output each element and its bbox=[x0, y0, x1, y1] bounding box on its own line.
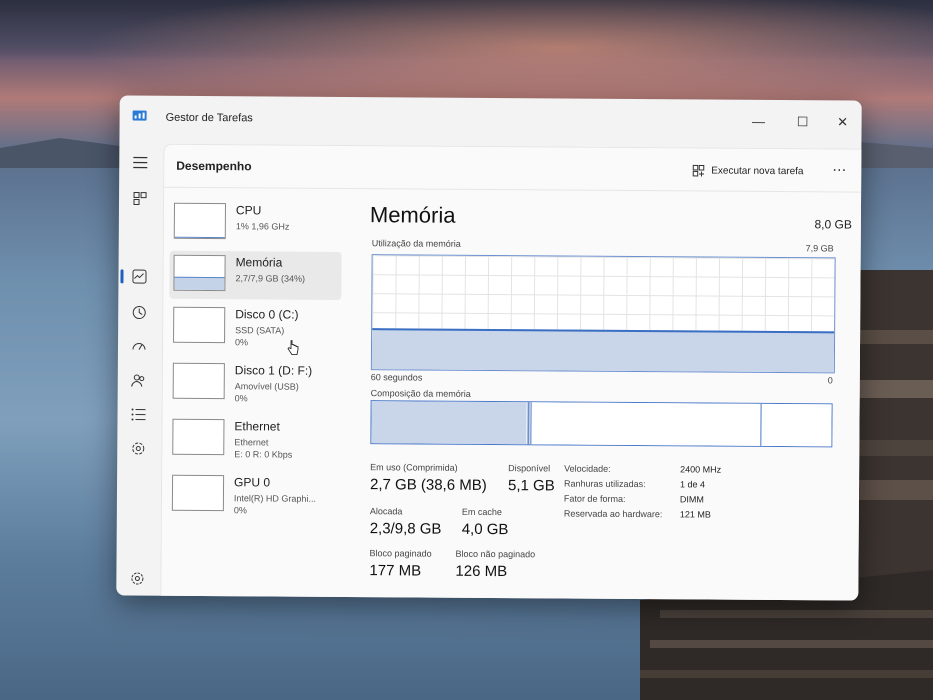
resource-detail-line2: E: 0 R: 0 Kbps bbox=[234, 449, 293, 460]
maximize-button[interactable]: ☐ bbox=[788, 110, 818, 134]
memory-detail-panel: Memória 8,0 GB Utilização da memória 7,9… bbox=[367, 196, 856, 599]
composition-modified bbox=[527, 402, 530, 445]
title-bar[interactable]: Gestor de Tarefas — ☐ ✕ bbox=[119, 95, 861, 144]
memory-composition-bar bbox=[370, 400, 833, 448]
window-title: Gestor de Tarefas bbox=[165, 111, 253, 125]
in-use-label: Em uso (Comprimida) bbox=[370, 462, 458, 473]
resource-detail: 1% 1,96 GHz bbox=[235, 221, 290, 232]
side-navigation bbox=[116, 139, 159, 595]
services-icon[interactable] bbox=[129, 439, 147, 457]
thumbnail-usage-fill bbox=[174, 277, 225, 291]
spec-speed-label: Velocidade: bbox=[564, 463, 611, 474]
more-options-button[interactable]: ⋯ bbox=[832, 161, 847, 178]
resource-name: Ethernet bbox=[234, 419, 280, 434]
resource-item-ethernet[interactable]: Ethernet Ethernet E: 0 R: 0 Kbps bbox=[168, 415, 340, 464]
thumbnail-usage-fill bbox=[174, 236, 225, 239]
memory-usage-label: Utilização da memória bbox=[371, 238, 461, 249]
committed-value: 2,3/9,8 GB bbox=[369, 520, 442, 538]
resource-thumbnail bbox=[172, 418, 225, 456]
resource-thumbnail bbox=[173, 202, 227, 240]
paged-pool-value: 177 MB bbox=[369, 562, 422, 580]
resource-detail-line2: 0% bbox=[234, 337, 249, 348]
spec-reserved-value: 121 MB bbox=[679, 509, 711, 520]
content-pane: Desempenho Executar nova tarefa ⋯ CPU 1%… bbox=[160, 143, 862, 601]
spec-slots-value: 1 de 4 bbox=[680, 479, 706, 490]
resource-detail-line1: Intel(R) HD Graphi... bbox=[233, 493, 317, 504]
resource-item-memory[interactable]: Memória 2,7/7,9 GB (34%) bbox=[169, 250, 342, 356]
task-manager-app-icon bbox=[132, 110, 147, 121]
resource-detail: SSD (SATA) 0% bbox=[235, 324, 284, 348]
nav-selection-indicator bbox=[120, 269, 124, 284]
task-manager-window: Gestor de Tarefas — ☐ ✕ Desempenho Execu… bbox=[116, 95, 862, 601]
committed-label: Alocada bbox=[369, 506, 403, 517]
memory-usage-graph bbox=[370, 254, 836, 374]
in-use-value: 2,7 GB (38,6 MB) bbox=[369, 476, 487, 494]
resource-detail: Intel(R) HD Graphi... 0% bbox=[234, 492, 316, 517]
resource-item-gpu-0[interactable]: GPU 0 Intel(R) HD Graphi... 0% bbox=[168, 471, 340, 520]
graph-time-left: 60 segundos bbox=[370, 372, 423, 383]
minimize-button[interactable]: — bbox=[744, 110, 774, 134]
resource-item-cpu[interactable]: CPU 1% 1,96 GHz bbox=[170, 199, 342, 248]
paged-pool-label: Bloco paginado bbox=[369, 548, 432, 559]
resource-name: GPU 0 bbox=[234, 475, 271, 490]
resource-detail-line1: Amovível (USB) bbox=[234, 381, 299, 392]
close-button[interactable]: ✕ bbox=[827, 110, 857, 134]
nonpaged-pool-value: 126 MB bbox=[455, 562, 508, 581]
memory-total: 8,0 GB bbox=[814, 217, 852, 232]
composition-free bbox=[760, 403, 832, 447]
memory-usage-area bbox=[371, 328, 835, 373]
resource-list: CPU 1% 1,96 GHz Memória 2,7/7,9 GB (34%)… bbox=[161, 195, 364, 596]
resource-detail-line2: 0% bbox=[234, 393, 248, 404]
detail-title: Memória bbox=[369, 202, 456, 228]
resource-name: Disco 1 (D: F:) bbox=[234, 363, 313, 378]
processes-icon[interactable] bbox=[131, 189, 149, 207]
resource-detail: 2,7/7,9 GB (34%) bbox=[235, 273, 306, 284]
spec-reserved-label: Reservada ao hardware: bbox=[563, 508, 663, 520]
resource-thumbnail bbox=[173, 254, 226, 292]
resource-detail-line1: Ethernet bbox=[234, 437, 269, 448]
resource-detail: Amovível (USB) 0% bbox=[235, 380, 299, 404]
resource-name: CPU bbox=[235, 203, 262, 218]
header-divider bbox=[164, 186, 862, 193]
resource-thumbnail bbox=[173, 306, 226, 344]
resource-name: Disco 0 (C:) bbox=[235, 307, 299, 322]
spec-form-factor-label: Fator de forma: bbox=[563, 493, 626, 504]
cached-label: Em cache bbox=[461, 506, 502, 518]
resource-thumbnail bbox=[172, 362, 225, 400]
run-task-icon bbox=[692, 164, 705, 177]
composition-standby bbox=[530, 402, 761, 446]
memory-composition-label: Composição da memória bbox=[370, 388, 471, 399]
run-new-task-label: Executar nova tarefa bbox=[711, 165, 804, 178]
resource-item-disk-0[interactable]: Disco 0 (C:) SSD (SATA) 0% bbox=[169, 303, 341, 352]
composition-in-use bbox=[371, 401, 527, 445]
graph-time-right: 0 bbox=[827, 375, 833, 386]
resource-detail: Ethernet E: 0 R: 0 Kbps bbox=[234, 436, 292, 460]
nonpaged-pool-label: Bloco não paginado bbox=[455, 548, 536, 560]
cached-value: 4,0 GB bbox=[461, 520, 509, 539]
performance-icon[interactable] bbox=[130, 267, 148, 285]
startup-apps-icon[interactable] bbox=[130, 337, 148, 355]
hamburger-menu-icon[interactable] bbox=[131, 153, 149, 171]
run-new-task-button[interactable]: Executar nova tarefa bbox=[692, 164, 804, 178]
spec-speed-value: 2400 MHz bbox=[680, 464, 722, 475]
app-history-icon[interactable] bbox=[130, 303, 148, 321]
memory-usage-max: 7,9 GB bbox=[805, 243, 834, 254]
available-value: 5,1 GB bbox=[507, 477, 555, 495]
resource-name: Memória bbox=[235, 255, 283, 270]
page-title: Desempenho bbox=[176, 158, 252, 174]
settings-gear-icon[interactable] bbox=[128, 569, 146, 587]
resource-thumbnail bbox=[171, 474, 225, 512]
spec-slots-label: Ranhuras utilizadas: bbox=[564, 478, 646, 490]
spec-form-factor-value: DIMM bbox=[679, 494, 704, 505]
available-label: Disponível bbox=[508, 463, 551, 474]
resource-item-disk-1[interactable]: Disco 1 (D: F:) Amovível (USB) 0% bbox=[169, 359, 341, 408]
details-list-icon[interactable] bbox=[129, 405, 147, 423]
resource-detail-line2: 0% bbox=[233, 505, 247, 516]
resource-detail-line1: SSD (SATA) bbox=[235, 325, 285, 336]
users-icon[interactable] bbox=[130, 371, 148, 389]
